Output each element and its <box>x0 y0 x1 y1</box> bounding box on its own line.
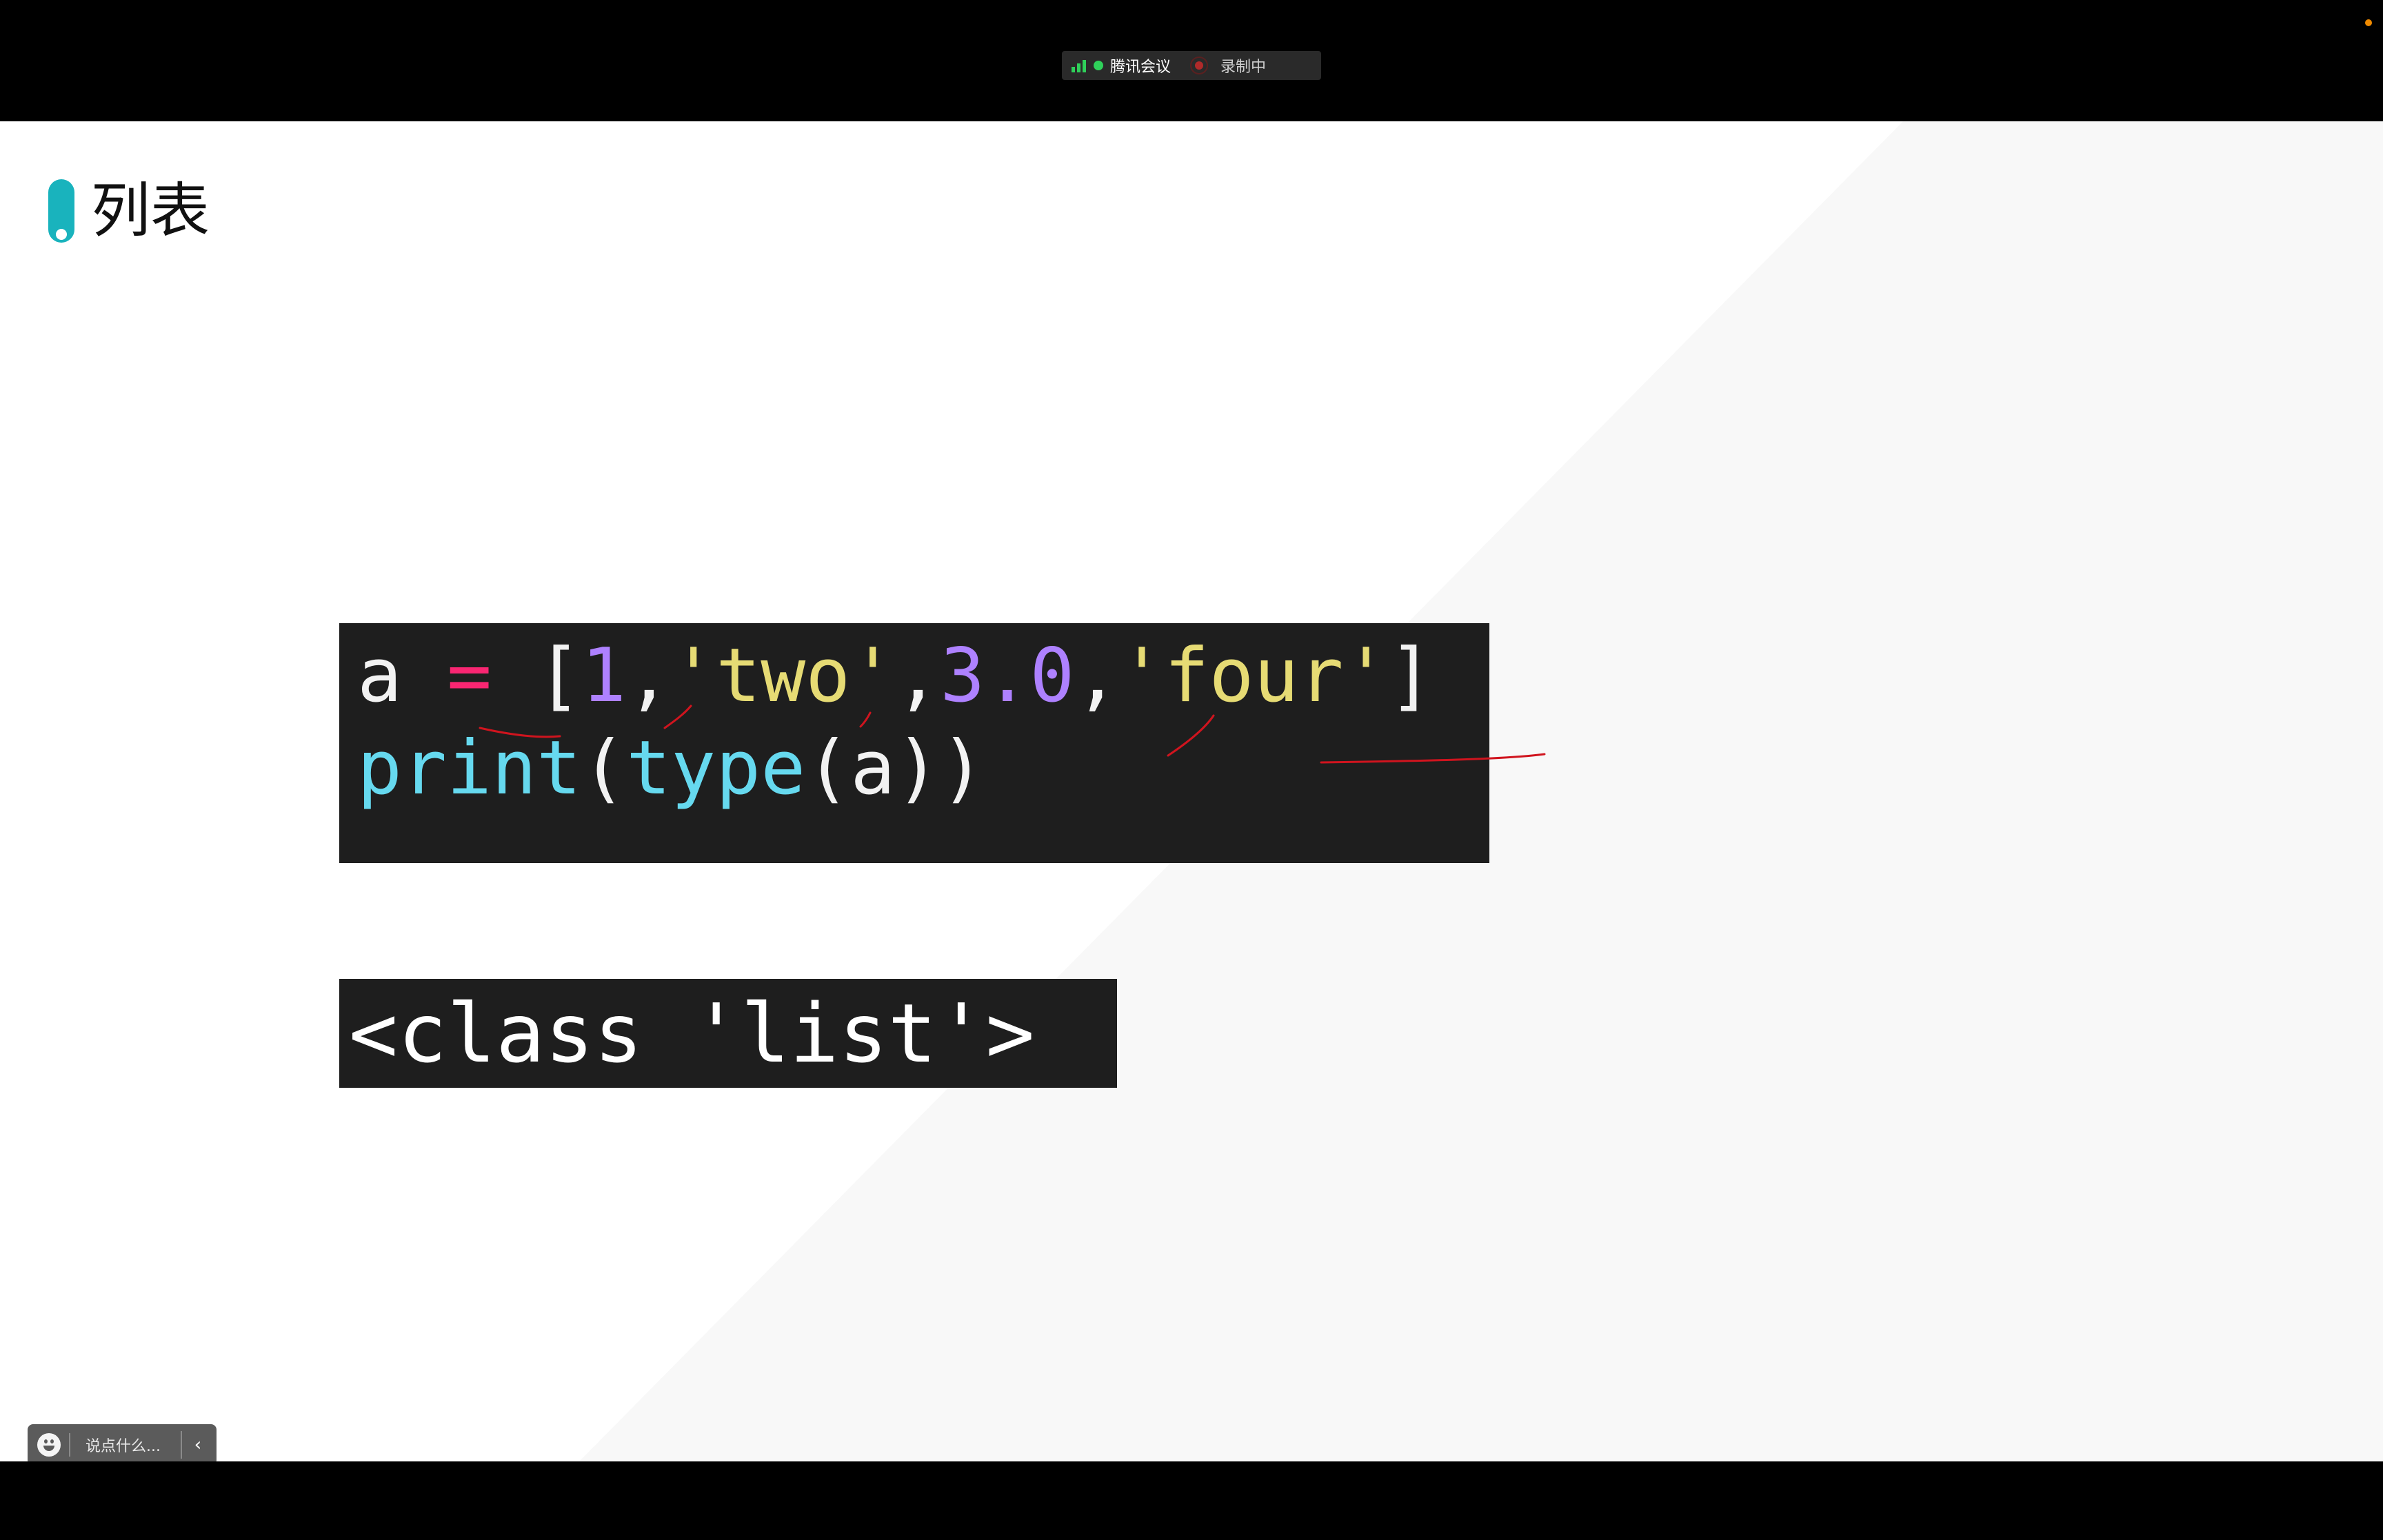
code-token: [ <box>536 633 582 719</box>
code-token: , <box>1074 633 1120 719</box>
chat-input-bar[interactable]: 说点什么... ‹ <box>28 1424 217 1461</box>
code-token: ] <box>1388 633 1434 719</box>
connection-status-icon <box>1094 61 1103 70</box>
smiley-icon[interactable] <box>37 1433 61 1457</box>
code-line-2: print(type(a)) <box>357 724 985 813</box>
divider <box>69 1433 70 1457</box>
code-token: )) <box>895 725 985 811</box>
meeting-app-name: 腾讯会议 <box>1110 59 1172 76</box>
code-token: 'two' <box>671 633 896 719</box>
code-token: , <box>626 633 672 719</box>
code-token: , <box>895 633 941 719</box>
meeting-top-bar: 腾讯会议 录制中 <box>0 0 2383 121</box>
code-line-1: a = [1,'two',3.0,'four'] <box>357 631 1434 721</box>
recording-status-label: 录制中 <box>1220 59 1267 76</box>
code-token: ( <box>805 725 851 811</box>
output-text: <class 'list'> <box>349 986 1035 1081</box>
notification-dot-icon <box>2365 19 2372 26</box>
presentation-slide: 列表 a = [1,'two',3.0,'four'] print(type(a… <box>0 121 2383 1461</box>
code-token: = <box>447 633 492 719</box>
code-token: 3.0 <box>940 633 1075 719</box>
recording-icon <box>1190 57 1209 74</box>
code-token: 'four' <box>1119 633 1389 719</box>
code-token: 1 <box>581 633 627 719</box>
divider <box>181 1431 182 1459</box>
title-accent-dot <box>56 229 67 240</box>
chevron-left-icon[interactable]: ‹ <box>190 1431 205 1459</box>
chat-input-placeholder[interactable]: 说点什么... <box>86 1434 168 1456</box>
meeting-bottom-bar <box>0 1461 2383 1540</box>
code-token: type <box>626 725 806 811</box>
screen: 腾讯会议 录制中 列表 a = [1,'two',3.0,'four'] pri… <box>0 0 2383 1540</box>
code-token: a <box>357 633 403 719</box>
code-snippet: a = [1,'two',3.0,'four'] print(type(a)) <box>339 623 1489 863</box>
code-output: <class 'list'> <box>339 979 1117 1088</box>
code-token: ( <box>581 725 627 811</box>
meeting-status-pill[interactable]: 腾讯会议 录制中 <box>1062 51 1321 80</box>
code-token: a <box>850 725 896 811</box>
signal-strength-icon <box>1072 59 1087 72</box>
slide-title: 列表 <box>91 176 210 245</box>
code-token: print <box>357 725 582 811</box>
